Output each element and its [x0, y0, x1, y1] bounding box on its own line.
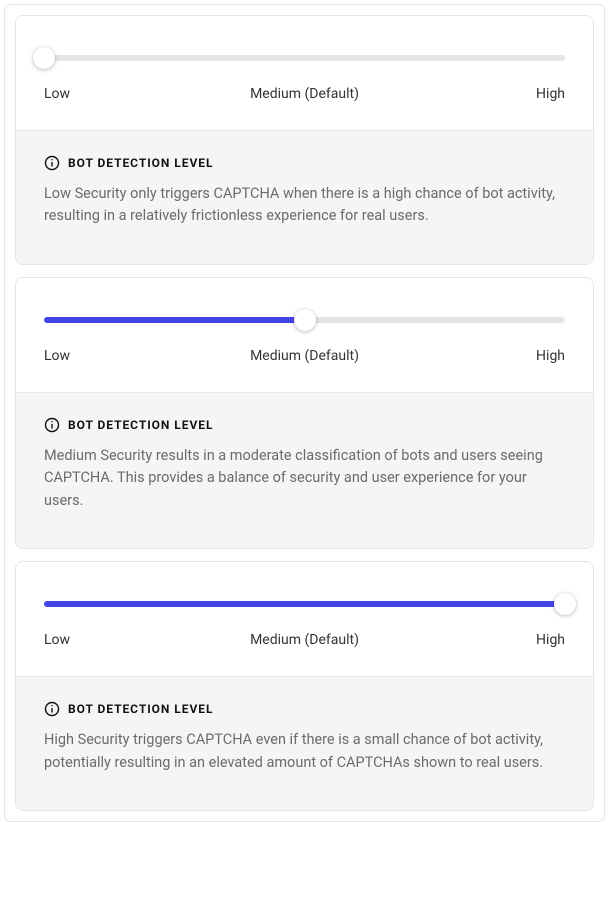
- info-section: BOT DETECTION LEVEL Low Security only tr…: [16, 130, 593, 264]
- slider-labels: Low Medium (Default) High: [44, 632, 565, 648]
- slider-thumb[interactable]: [294, 309, 316, 331]
- slider-label-low: Low: [44, 632, 218, 648]
- info-title: BOT DETECTION LEVEL: [68, 418, 213, 432]
- info-icon: [44, 417, 60, 433]
- detection-level-card: Low Medium (Default) High BOT DETECTION …: [15, 277, 594, 549]
- slider-fill: [44, 601, 565, 607]
- detection-slider[interactable]: [44, 310, 565, 330]
- slider-section: Low Medium (Default) High: [16, 562, 593, 676]
- slider-thumb[interactable]: [33, 47, 55, 69]
- info-description: Low Security only triggers CAPTCHA when …: [44, 183, 565, 228]
- slider-label-medium: Medium (Default): [218, 86, 392, 102]
- info-section: BOT DETECTION LEVEL Medium Security resu…: [16, 392, 593, 548]
- slider-label-high: High: [391, 348, 565, 364]
- slider-track: [44, 55, 565, 61]
- slider-labels: Low Medium (Default) High: [44, 86, 565, 102]
- slider-label-medium: Medium (Default): [218, 348, 392, 364]
- detection-level-card: Low Medium (Default) High BOT DETECTION …: [15, 561, 594, 811]
- slider-label-low: Low: [44, 86, 218, 102]
- slider-section: Low Medium (Default) High: [16, 16, 593, 130]
- detection-slider[interactable]: [44, 594, 565, 614]
- info-title: BOT DETECTION LEVEL: [68, 702, 213, 716]
- slider-section: Low Medium (Default) High: [16, 278, 593, 392]
- info-title: BOT DETECTION LEVEL: [68, 156, 213, 170]
- settings-container: Low Medium (Default) High BOT DETECTION …: [4, 4, 605, 822]
- detection-level-card: Low Medium (Default) High BOT DETECTION …: [15, 15, 594, 265]
- detection-slider[interactable]: [44, 48, 565, 68]
- info-description: High Security triggers CAPTCHA even if t…: [44, 729, 565, 774]
- info-header: BOT DETECTION LEVEL: [44, 417, 565, 433]
- info-icon: [44, 701, 60, 717]
- slider-fill: [44, 317, 305, 323]
- slider-label-high: High: [391, 632, 565, 648]
- slider-labels: Low Medium (Default) High: [44, 348, 565, 364]
- info-header: BOT DETECTION LEVEL: [44, 701, 565, 717]
- info-section: BOT DETECTION LEVEL High Security trigge…: [16, 676, 593, 810]
- info-icon: [44, 155, 60, 171]
- slider-label-low: Low: [44, 348, 218, 364]
- slider-label-medium: Medium (Default): [218, 632, 392, 648]
- info-header: BOT DETECTION LEVEL: [44, 155, 565, 171]
- slider-label-high: High: [391, 86, 565, 102]
- info-description: Medium Security results in a moderate cl…: [44, 445, 565, 512]
- slider-thumb[interactable]: [554, 593, 576, 615]
